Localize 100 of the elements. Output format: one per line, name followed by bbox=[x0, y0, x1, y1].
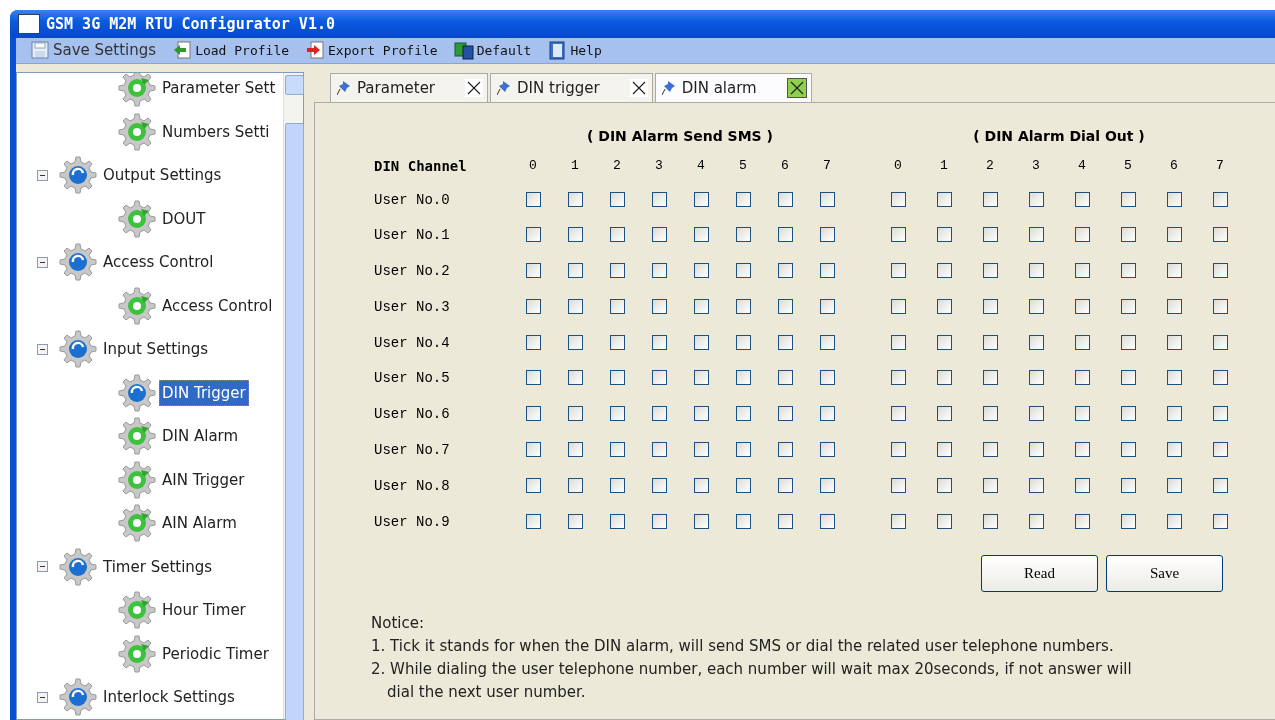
checkbox[interactable] bbox=[1166, 263, 1182, 279]
checkbox[interactable] bbox=[1166, 227, 1182, 243]
checkbox[interactable] bbox=[651, 191, 667, 207]
checkbox[interactable] bbox=[525, 298, 541, 314]
checkbox[interactable] bbox=[1028, 513, 1044, 529]
checkbox[interactable] bbox=[609, 191, 625, 207]
checkbox[interactable] bbox=[982, 191, 998, 207]
checkbox[interactable] bbox=[693, 227, 709, 243]
checkbox[interactable] bbox=[609, 477, 625, 493]
tree-item[interactable]: Numbers Setti bbox=[159, 118, 273, 145]
checkbox[interactable] bbox=[525, 227, 541, 243]
checkbox[interactable] bbox=[777, 477, 793, 493]
checkbox[interactable] bbox=[890, 370, 906, 386]
checkbox[interactable] bbox=[1120, 406, 1136, 422]
checkbox[interactable] bbox=[1212, 442, 1228, 458]
checkbox[interactable] bbox=[777, 513, 793, 529]
checkbox[interactable] bbox=[609, 513, 625, 529]
checkbox[interactable] bbox=[1074, 442, 1090, 458]
tree-item[interactable]: Interlock Settings bbox=[100, 684, 238, 711]
tree-item[interactable]: Parameter Sett bbox=[159, 75, 279, 102]
checkbox[interactable] bbox=[693, 298, 709, 314]
checkbox[interactable] bbox=[525, 406, 541, 422]
checkbox[interactable] bbox=[651, 298, 667, 314]
scrollbar[interactable] bbox=[283, 72, 303, 719]
checkbox[interactable] bbox=[1212, 298, 1228, 314]
checkbox[interactable] bbox=[1074, 334, 1090, 350]
checkbox[interactable] bbox=[735, 370, 751, 386]
checkbox[interactable] bbox=[735, 263, 751, 279]
tree-item[interactable]: Input Settings bbox=[100, 336, 212, 363]
checkbox[interactable] bbox=[819, 263, 835, 279]
checkbox[interactable] bbox=[525, 477, 541, 493]
checkbox[interactable] bbox=[890, 191, 906, 207]
checkbox[interactable] bbox=[777, 227, 793, 243]
checkbox[interactable] bbox=[609, 334, 625, 350]
checkbox[interactable] bbox=[735, 227, 751, 243]
checkbox[interactable] bbox=[982, 334, 998, 350]
checkbox[interactable] bbox=[1166, 406, 1182, 422]
checkbox[interactable] bbox=[1120, 227, 1136, 243]
collapse-toggle[interactable] bbox=[37, 256, 48, 268]
checkbox[interactable] bbox=[1212, 263, 1228, 279]
checkbox[interactable] bbox=[819, 513, 835, 529]
checkbox[interactable] bbox=[1074, 263, 1090, 279]
checkbox[interactable] bbox=[567, 442, 583, 458]
checkbox[interactable] bbox=[819, 298, 835, 314]
checkbox[interactable] bbox=[735, 477, 751, 493]
checkbox[interactable] bbox=[609, 298, 625, 314]
action-button[interactable]: Save bbox=[1106, 555, 1223, 593]
checkbox[interactable] bbox=[1120, 298, 1136, 314]
checkbox[interactable] bbox=[567, 227, 583, 243]
checkbox[interactable] bbox=[777, 442, 793, 458]
checkbox[interactable] bbox=[890, 406, 906, 422]
checkbox[interactable] bbox=[936, 406, 952, 422]
checkbox[interactable] bbox=[567, 477, 583, 493]
checkbox[interactable] bbox=[1074, 477, 1090, 493]
checkbox[interactable] bbox=[982, 227, 998, 243]
tree-item[interactable]: DIN Trigger bbox=[159, 379, 249, 406]
collapse-toggle[interactable] bbox=[37, 169, 48, 181]
checkbox[interactable] bbox=[651, 370, 667, 386]
checkbox[interactable] bbox=[982, 263, 998, 279]
checkbox[interactable] bbox=[1120, 513, 1136, 529]
checkbox[interactable] bbox=[819, 370, 835, 386]
checkbox[interactable] bbox=[651, 406, 667, 422]
close-icon[interactable] bbox=[465, 78, 484, 97]
checkbox[interactable] bbox=[1028, 298, 1044, 314]
checkbox[interactable] bbox=[693, 513, 709, 529]
checkbox[interactable] bbox=[651, 227, 667, 243]
checkbox[interactable] bbox=[819, 406, 835, 422]
checkbox[interactable] bbox=[890, 227, 906, 243]
checkbox[interactable] bbox=[936, 513, 952, 529]
checkbox[interactable] bbox=[819, 477, 835, 493]
checkbox[interactable] bbox=[693, 370, 709, 386]
checkbox[interactable] bbox=[651, 263, 667, 279]
checkbox[interactable] bbox=[1212, 191, 1228, 207]
checkbox[interactable] bbox=[567, 334, 583, 350]
checkbox[interactable] bbox=[1074, 191, 1090, 207]
checkbox[interactable] bbox=[777, 263, 793, 279]
checkbox[interactable] bbox=[1166, 298, 1182, 314]
checkbox[interactable] bbox=[819, 334, 835, 350]
checkbox[interactable] bbox=[1028, 406, 1044, 422]
toolbar-button[interactable]: Load Profile bbox=[172, 40, 290, 61]
tree-item[interactable]: DOUT bbox=[159, 205, 209, 232]
tab[interactable]: DIN alarm bbox=[654, 72, 812, 102]
checkbox[interactable] bbox=[1166, 513, 1182, 529]
checkbox[interactable] bbox=[936, 191, 952, 207]
toolbar-button[interactable]: Default bbox=[453, 40, 532, 61]
checkbox[interactable] bbox=[777, 370, 793, 386]
checkbox[interactable] bbox=[1166, 442, 1182, 458]
checkbox[interactable] bbox=[651, 442, 667, 458]
tree-item[interactable]: Timer Settings bbox=[100, 553, 216, 580]
checkbox[interactable] bbox=[777, 406, 793, 422]
checkbox[interactable] bbox=[936, 298, 952, 314]
toolbar-button[interactable]: Export Profile bbox=[305, 40, 438, 61]
checkbox[interactable] bbox=[936, 334, 952, 350]
checkbox[interactable] bbox=[1028, 442, 1044, 458]
collapse-toggle[interactable] bbox=[37, 343, 48, 355]
checkbox[interactable] bbox=[609, 370, 625, 386]
checkbox[interactable] bbox=[1028, 263, 1044, 279]
checkbox[interactable] bbox=[1120, 334, 1136, 350]
checkbox[interactable] bbox=[609, 442, 625, 458]
checkbox[interactable] bbox=[609, 406, 625, 422]
